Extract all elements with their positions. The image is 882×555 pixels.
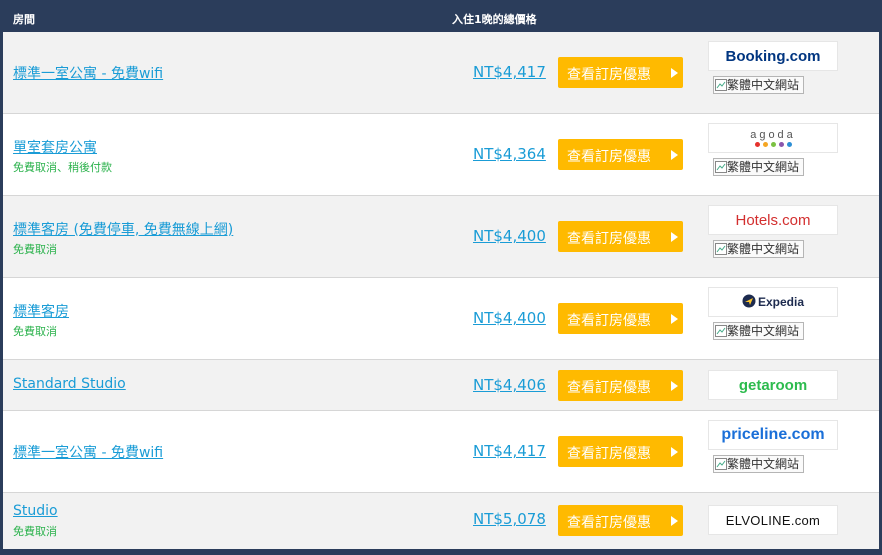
- room-name-link[interactable]: Standard Studio: [13, 376, 126, 392]
- view-deal-button[interactable]: 查看訂房優惠: [558, 370, 683, 401]
- view-deal-button[interactable]: 查看訂房優惠: [558, 436, 683, 467]
- table-row: 標準一室公寓 - 免費wifi NT$4,417 查看訂房優惠 Booking.…: [3, 32, 879, 114]
- provider-name: Hotels.com: [735, 211, 811, 229]
- sub-link-label: 繁體中文網站: [727, 324, 800, 338]
- provider-name: Expedia: [757, 295, 805, 309]
- hotels-logo[interactable]: Hotels.com: [708, 205, 838, 235]
- booking-logo[interactable]: Booking.com: [708, 41, 838, 71]
- view-deal-button[interactable]: 查看訂房優惠: [558, 221, 683, 252]
- rates-list: 標準一室公寓 - 免費wifi NT$4,417 查看訂房優惠 Booking.…: [3, 32, 879, 549]
- expedia-logo[interactable]: Expedia: [708, 287, 838, 317]
- sub-link-label: 繁體中文網站: [727, 457, 800, 471]
- chevron-right-icon: [665, 303, 683, 334]
- price-link[interactable]: NT$5,078: [473, 510, 546, 528]
- price-link[interactable]: NT$4,417: [473, 442, 546, 460]
- room-policy-note: 免費取消: [13, 243, 57, 256]
- room-name-link[interactable]: 標準客房: [13, 301, 69, 321]
- priceline-logo[interactable]: priceline.com: [708, 420, 838, 450]
- broken-image-icon: [715, 458, 727, 470]
- chevron-right-icon: [665, 436, 683, 467]
- room-policy-note: 免費取消: [13, 325, 57, 338]
- room-name-link[interactable]: 單室套房公寓: [13, 137, 97, 157]
- sub-link-label: 繁體中文網站: [727, 160, 800, 174]
- table-row: 單室套房公寓 免費取消、稍後付款 NT$4,364 查看訂房優惠 agoda 繁…: [3, 114, 879, 196]
- plane-icon: [742, 293, 756, 312]
- room-policy-note: 免費取消、稍後付款: [13, 161, 112, 174]
- broken-image-icon: [715, 79, 727, 91]
- view-deal-button[interactable]: 查看訂房優惠: [558, 303, 683, 334]
- chevron-right-icon: [665, 370, 683, 401]
- view-deal-label: 查看訂房優惠: [567, 380, 651, 396]
- view-deal-label: 查看訂房優惠: [567, 67, 651, 83]
- view-deal-label: 查看訂房優惠: [567, 446, 651, 462]
- room-column-header: 房間: [13, 13, 35, 26]
- chevron-right-icon: [665, 221, 683, 252]
- table-row: Studio 免費取消 NT$5,078 查看訂房優惠 ELVOLINE.com: [3, 493, 879, 549]
- traditional-chinese-site-link[interactable]: 繁體中文網站: [713, 322, 804, 340]
- broken-image-icon: [715, 161, 727, 173]
- agoda-logo[interactable]: agoda: [708, 123, 838, 153]
- getaroom-logo[interactable]: getaroom: [708, 370, 838, 400]
- room-name-link[interactable]: 標準一室公寓 - 免費wifi: [13, 63, 163, 83]
- traditional-chinese-site-link[interactable]: 繁體中文網站: [713, 158, 804, 176]
- view-deal-label: 查看訂房優惠: [567, 149, 651, 165]
- provider-name: ELVOLINE.com: [725, 512, 821, 528]
- room-policy-note: 免費取消: [13, 525, 57, 538]
- traditional-chinese-site-link[interactable]: 繁體中文網站: [713, 240, 804, 258]
- provider-name: agoda: [750, 128, 796, 141]
- price-link[interactable]: NT$4,406: [473, 376, 546, 394]
- view-deal-button[interactable]: 查看訂房優惠: [558, 57, 683, 88]
- price-link[interactable]: NT$4,400: [473, 309, 546, 327]
- table-header: 房間 入住1晚的總價格: [0, 0, 882, 32]
- room-name-link[interactable]: 標準一室公寓 - 免費wifi: [13, 442, 163, 462]
- price-link[interactable]: NT$4,417: [473, 63, 546, 81]
- view-deal-label: 查看訂房優惠: [567, 313, 651, 329]
- traditional-chinese-site-link[interactable]: 繁體中文網站: [713, 455, 804, 473]
- provider-name: getaroom: [738, 376, 808, 394]
- table-row: Standard Studio NT$4,406 查看訂房優惠 getaroom: [3, 360, 879, 411]
- provider-name: Booking.com: [725, 47, 821, 65]
- room-name-link[interactable]: Studio: [13, 503, 58, 519]
- table-row: 標準客房 (免費停車, 免費無線上網) 免費取消 NT$4,400 查看訂房優惠…: [3, 196, 879, 278]
- sub-link-label: 繁體中文網站: [727, 242, 800, 256]
- rates-panel: 房間 入住1晚的總價格 標準一室公寓 - 免費wifi NT$4,417 查看訂…: [0, 0, 882, 555]
- view-deal-button[interactable]: 查看訂房優惠: [558, 139, 683, 170]
- view-deal-button[interactable]: 查看訂房優惠: [558, 505, 683, 536]
- room-name-link[interactable]: 標準客房 (免費停車, 免費無線上網): [13, 219, 233, 239]
- chevron-right-icon: [665, 505, 683, 536]
- price-column-header: 入住1晚的總價格: [452, 13, 537, 26]
- price-link[interactable]: NT$4,400: [473, 227, 546, 245]
- table-row: 標準一室公寓 - 免費wifi NT$4,417 查看訂房優惠 pricelin…: [3, 411, 879, 493]
- chevron-right-icon: [665, 139, 683, 170]
- view-deal-label: 查看訂房優惠: [567, 231, 651, 247]
- broken-image-icon: [715, 325, 727, 337]
- elvoline-logo[interactable]: ELVOLINE.com: [708, 505, 838, 535]
- broken-image-icon: [715, 243, 727, 255]
- view-deal-label: 查看訂房優惠: [567, 515, 651, 531]
- agoda-dots-icon: [750, 141, 796, 147]
- table-row: 標準客房 免費取消 NT$4,400 查看訂房優惠 Expedia 繁體中文網站: [3, 278, 879, 360]
- provider-name: priceline.com: [721, 426, 825, 443]
- sub-link-label: 繁體中文網站: [727, 78, 800, 92]
- traditional-chinese-site-link[interactable]: 繁體中文網站: [713, 76, 804, 94]
- price-link[interactable]: NT$4,364: [473, 145, 546, 163]
- chevron-right-icon: [665, 57, 683, 88]
